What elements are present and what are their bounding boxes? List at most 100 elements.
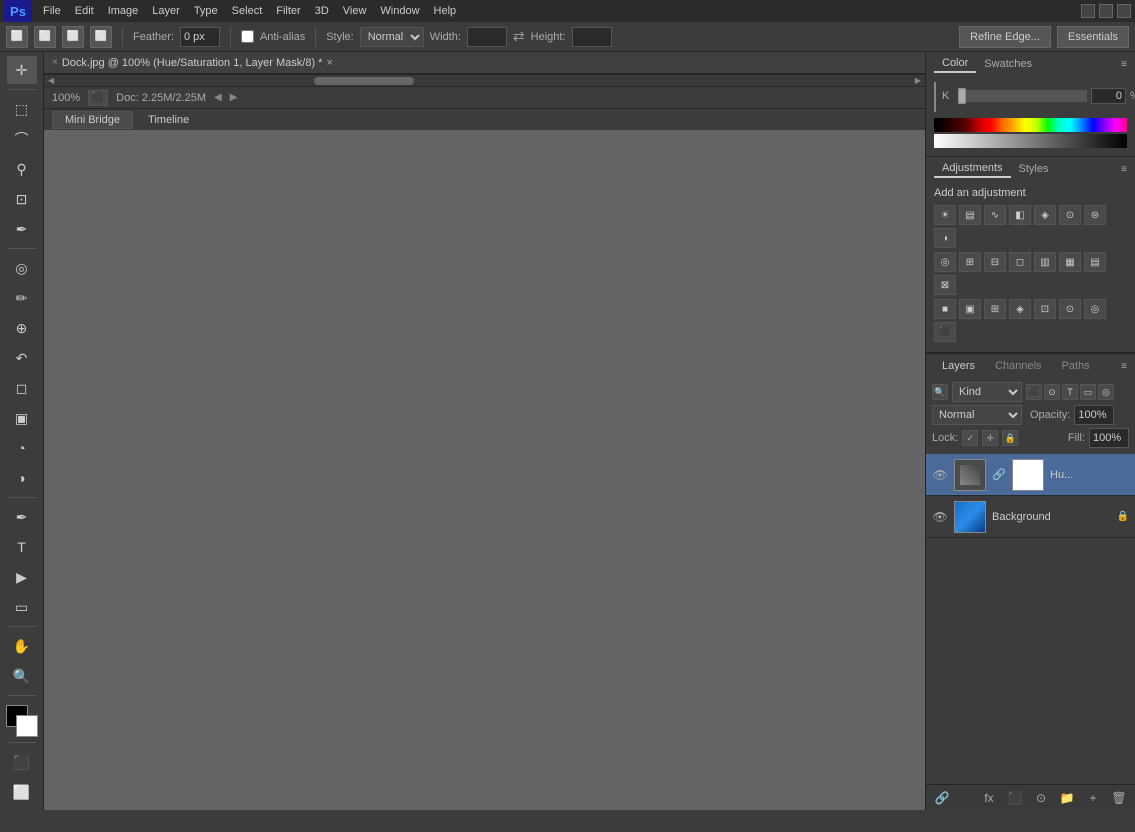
menu-type[interactable]: Type	[187, 3, 225, 19]
filter-adj-icon[interactable]: ⊙	[1044, 384, 1060, 400]
menu-layer[interactable]: Layer	[145, 3, 187, 19]
channelmix-adj-icon[interactable]: ⊞	[959, 252, 981, 272]
huesat-adj-icon[interactable]: ⊙	[1059, 205, 1081, 225]
colorlookup-adj-icon[interactable]: ⊟	[984, 252, 1006, 272]
search-icon[interactable]: 🔍	[932, 384, 948, 400]
layer-item-background[interactable]: 👁 Background 🔒	[926, 496, 1135, 538]
refine-edge-btn[interactable]: Refine Edge...	[959, 26, 1051, 48]
timeline-tab[interactable]: Timeline	[135, 111, 202, 129]
layer-vis-bg[interactable]: 👁	[932, 509, 948, 525]
menu-file[interactable]: File	[36, 3, 68, 19]
status-nav-left[interactable]: ◀	[214, 92, 222, 103]
photofilter-adj-icon[interactable]: ◎	[934, 252, 956, 272]
layer-item-husat[interactable]: 👁 🔗 Hu...	[926, 454, 1135, 496]
lock-pixels-icon[interactable]: ✓	[962, 430, 978, 446]
width-input[interactable]	[467, 27, 507, 47]
levels-adj-icon[interactable]: ▤	[959, 205, 981, 225]
gradient-adj-icon[interactable]: ▤	[1084, 252, 1106, 272]
close-btn[interactable]	[1117, 4, 1131, 18]
adj7-icon[interactable]: ◎	[1084, 299, 1106, 319]
lock-all-icon[interactable]: 🔒	[1002, 430, 1018, 446]
screen-mode-btn[interactable]: ⬜	[7, 778, 37, 806]
styles-tab[interactable]: Styles	[1011, 161, 1057, 177]
eraser-tool[interactable]: ◻	[7, 374, 37, 402]
gradientfill-adj-icon[interactable]: ▣	[959, 299, 981, 319]
dodge-tool[interactable]: ◑	[7, 464, 37, 492]
antialias-checkbox[interactable]	[241, 30, 254, 43]
hand-tool[interactable]: ✋	[7, 632, 37, 660]
bw-adj-icon[interactable]: ◑	[934, 228, 956, 248]
marquee-options-btn[interactable]: ⬜	[34, 26, 56, 48]
clone-tool[interactable]: ⊕	[7, 314, 37, 342]
spot-heal-tool[interactable]: ◎	[7, 254, 37, 282]
minimize-btn[interactable]	[1081, 4, 1095, 18]
menu-help[interactable]: Help	[427, 3, 464, 19]
height-input[interactable]	[572, 27, 612, 47]
layer-delete-btn[interactable]: 🗑	[1109, 788, 1129, 808]
menu-edit[interactable]: Edit	[68, 3, 101, 19]
marquee-tool[interactable]: ⬚	[7, 95, 37, 123]
type-tool[interactable]: T	[7, 533, 37, 561]
shape-tool[interactable]: ▭	[7, 593, 37, 621]
menu-image[interactable]: Image	[101, 3, 146, 19]
layer-new-btn[interactable]: +	[1083, 788, 1103, 808]
move-tool[interactable]: ✛	[7, 56, 37, 84]
filter-type-icon[interactable]: T	[1062, 384, 1078, 400]
layers-menu[interactable]: ≡	[1121, 361, 1127, 372]
layer-vis-husat[interactable]: 👁	[932, 467, 948, 483]
marquee-single-col-btn[interactable]: ⬜	[90, 26, 112, 48]
adj5-icon[interactable]: ⊡	[1034, 299, 1056, 319]
crop-tool[interactable]: ⊡	[7, 185, 37, 213]
filter-shape-icon[interactable]: ▭	[1080, 384, 1096, 400]
scroll-left-btn[interactable]: ◀	[48, 76, 54, 85]
scroll-right-btn[interactable]: ▶	[915, 76, 921, 85]
layers-tab[interactable]: Layers	[934, 358, 983, 374]
color-preview-box[interactable]	[934, 82, 936, 112]
threshold-adj-icon[interactable]: ▦	[1059, 252, 1081, 272]
layer-link-husat[interactable]: 🔗	[992, 468, 1006, 482]
adj-panel-menu[interactable]: ≡	[1121, 164, 1127, 175]
channels-tab[interactable]: Channels	[987, 358, 1049, 374]
adj8-icon[interactable]: ⬛	[934, 322, 956, 342]
blur-tool[interactable]: ◔	[7, 434, 37, 462]
k-slider[interactable]	[958, 90, 1087, 102]
adj6-icon[interactable]: ⊙	[1059, 299, 1081, 319]
menu-filter[interactable]: Filter	[269, 3, 307, 19]
adj4-icon[interactable]: ◈	[1009, 299, 1031, 319]
canvas-hscroll[interactable]: ◀ ▶	[44, 74, 925, 86]
paths-tab[interactable]: Paths	[1054, 358, 1098, 374]
posterize-adj-icon[interactable]: ▥	[1034, 252, 1056, 272]
marquee-rect-btn[interactable]: ⬜	[6, 26, 28, 48]
fill-input[interactable]	[1089, 428, 1129, 448]
gradient-tool[interactable]: ▣	[7, 404, 37, 432]
colorbalance-adj-icon[interactable]: ⊜	[1084, 205, 1106, 225]
menu-select[interactable]: Select	[225, 3, 270, 19]
invert-adj-icon[interactable]: ◻	[1009, 252, 1031, 272]
kind-select[interactable]: Kind	[952, 382, 1022, 402]
color-tab[interactable]: Color	[934, 55, 976, 73]
layer-group-btn[interactable]: 📁	[1057, 788, 1077, 808]
layer-link-btn[interactable]: 🔗	[932, 788, 952, 808]
menu-view[interactable]: View	[336, 3, 374, 19]
vibrance-adj-icon[interactable]: ◈	[1034, 205, 1056, 225]
quick-select-tool[interactable]: ⚲	[7, 155, 37, 183]
color-panel-menu[interactable]: ≡	[1121, 59, 1127, 70]
lock-position-icon[interactable]: ✛	[982, 430, 998, 446]
path-select-tool[interactable]: ▶	[7, 563, 37, 591]
exposure-adj-icon[interactable]: ◧	[1009, 205, 1031, 225]
zoom-tool[interactable]: 🔍	[7, 662, 37, 690]
solidcolor-adj-icon[interactable]: ■	[934, 299, 956, 319]
lasso-tool[interactable]: ⌒	[7, 125, 37, 153]
menu-3d[interactable]: 3D	[308, 3, 336, 19]
canvas-tab-close-btn[interactable]: ×	[326, 57, 332, 69]
menu-window[interactable]: Window	[373, 3, 426, 19]
curves-adj-icon[interactable]: ∿	[984, 205, 1006, 225]
pen-tool[interactable]: ✒	[7, 503, 37, 531]
brightness-adj-icon[interactable]: ☀	[934, 205, 956, 225]
filter-smart-icon[interactable]: ◎	[1098, 384, 1114, 400]
adjustments-tab[interactable]: Adjustments	[934, 160, 1011, 178]
brush-tool[interactable]: ✏	[7, 284, 37, 312]
quick-mask-btn[interactable]: ⬛	[7, 748, 37, 776]
history-tool[interactable]: ↶	[7, 344, 37, 372]
patternfill-adj-icon[interactable]: ⊞	[984, 299, 1006, 319]
